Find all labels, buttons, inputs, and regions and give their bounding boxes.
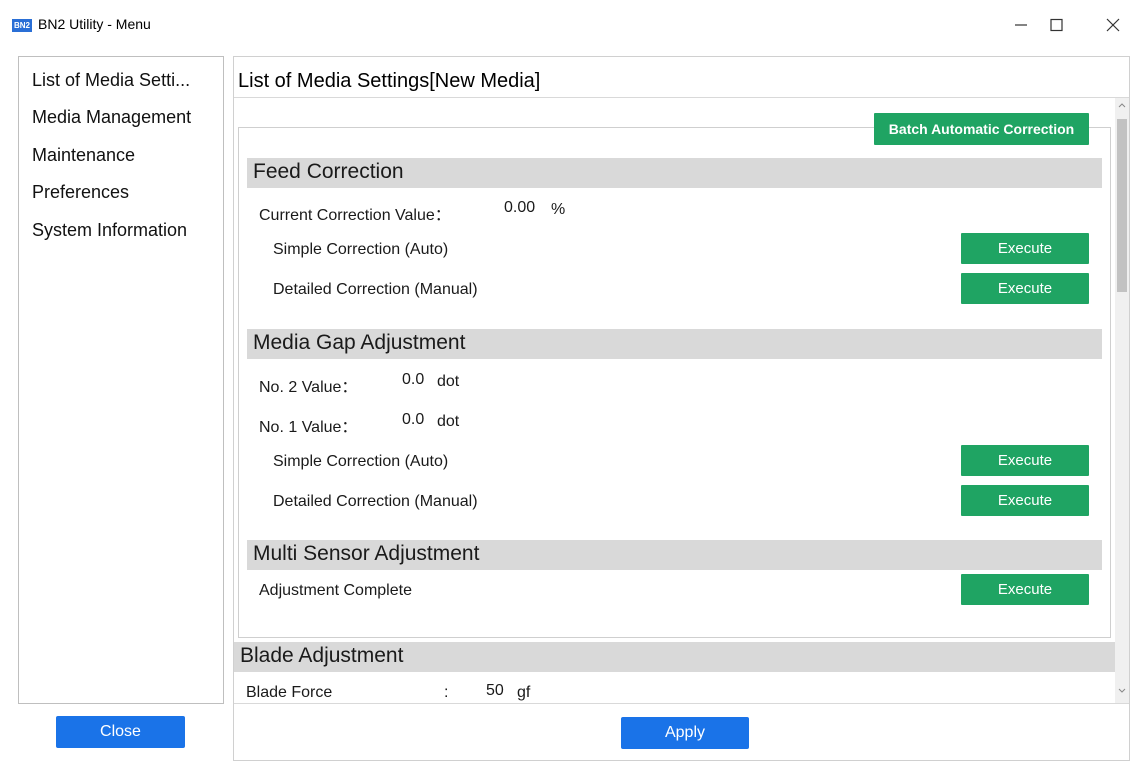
app-logo-icon: BN2 <box>12 19 32 32</box>
current-correction-unit: % <box>551 201 566 218</box>
apply-button[interactable]: Apply <box>621 717 749 749</box>
window-close-button[interactable] <box>1090 8 1136 42</box>
gap-simple-correction-label: Simple Correction (Auto) <box>273 453 449 470</box>
blade-force-label: Blade Force <box>246 684 333 701</box>
gap-detailed-correction-label: Detailed Correction (Manual) <box>273 493 478 510</box>
blade-force-unit: gf <box>517 684 531 701</box>
current-correction-value: 0.00 <box>504 199 536 216</box>
feed-correction-header: Feed Correction <box>247 158 1102 188</box>
sidebar-item-system-information[interactable]: System Information <box>32 220 187 241</box>
feed-detailed-correction-label: Detailed Correction (Manual) <box>273 281 478 298</box>
multi-sensor-heading: Multi Sensor Adjustment <box>253 542 480 565</box>
sidebar-item-preferences[interactable]: Preferences <box>32 182 129 203</box>
no2-unit: dot <box>437 373 460 390</box>
blade-force-colon: : <box>444 684 449 701</box>
no1-unit: dot <box>437 413 460 430</box>
vertical-scrollbar[interactable] <box>1115 98 1129 703</box>
sidebar-item-list-of-media-settings[interactable]: List of Media Setti... <box>32 70 190 91</box>
window-title: BN2 Utility - Menu <box>38 16 151 32</box>
multi-sensor-header: Multi Sensor Adjustment <box>247 540 1102 570</box>
minimize-icon <box>1015 24 1027 26</box>
blade-adjustment-heading: Blade Adjustment <box>240 644 404 667</box>
title-bar: BN2 BN2 Utility - Menu <box>0 0 1145 50</box>
main-panel: List of Media Settings[New Media] Batch … <box>233 56 1130 761</box>
footer-divider <box>234 703 1129 704</box>
media-gap-heading: Media Gap Adjustment <box>253 331 466 354</box>
maximize-button[interactable] <box>1033 8 1079 42</box>
close-button[interactable]: Close <box>56 716 185 748</box>
gap-detailed-execute-button[interactable]: Execute <box>961 485 1089 516</box>
feed-simple-correction-label: Simple Correction (Auto) <box>273 241 449 258</box>
scroll-down-arrow-icon[interactable] <box>1118 688 1126 694</box>
batch-automatic-correction-button[interactable]: Batch Automatic Correction <box>874 113 1089 145</box>
correction-panel: Batch Automatic Correction Feed Correcti… <box>238 113 1111 638</box>
feed-simple-execute-button[interactable]: Execute <box>961 233 1089 264</box>
feed-correction-heading: Feed Correction <box>253 160 404 183</box>
maximize-icon <box>1050 18 1063 32</box>
no1-value-label: No. 1 Value： <box>259 419 358 436</box>
sidebar-item-media-management[interactable]: Media Management <box>32 107 191 128</box>
no1-value: 0.0 <box>402 411 425 428</box>
settings-scroll-area[interactable]: Batch Automatic Correction Feed Correcti… <box>234 98 1129 703</box>
sidebar-nav: List of Media Setti... Media Management … <box>18 56 224 704</box>
sidebar-item-maintenance[interactable]: Maintenance <box>32 145 135 166</box>
no2-value: 0.0 <box>402 371 425 388</box>
blade-adjustment-header: Blade Adjustment <box>234 642 1115 672</box>
close-icon <box>1106 18 1120 32</box>
scrollbar-thumb[interactable] <box>1117 119 1127 292</box>
page-title: List of Media Settings[New Media] <box>238 70 541 92</box>
scroll-up-arrow-icon[interactable] <box>1118 102 1126 108</box>
no2-value-label: No. 2 Value： <box>259 379 358 396</box>
media-gap-header: Media Gap Adjustment <box>247 329 1102 359</box>
adjustment-status-label: Adjustment Complete <box>259 582 412 599</box>
blade-force-value: 50 <box>486 682 504 699</box>
gap-simple-execute-button[interactable]: Execute <box>961 445 1089 476</box>
feed-detailed-execute-button[interactable]: Execute <box>961 273 1089 304</box>
multi-sensor-execute-button[interactable]: Execute <box>961 574 1089 605</box>
current-correction-label: Current Correction Value： <box>259 207 451 224</box>
